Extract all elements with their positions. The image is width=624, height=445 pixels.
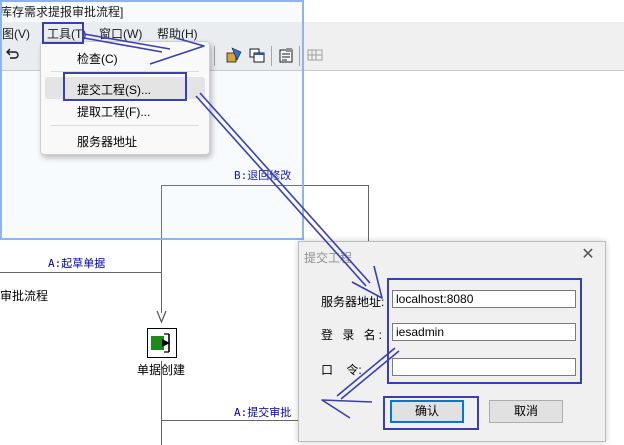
- annotation-box-confirm: [383, 396, 479, 430]
- cancel-button[interactable]: 取消: [489, 400, 563, 423]
- node-label: 单据创建: [137, 363, 186, 377]
- transition-label[interactable]: A:起草单据: [48, 255, 105, 271]
- flow-arrowhead-icon: [156, 310, 167, 324]
- annotation-box-submit-item: [63, 72, 187, 101]
- grid-icon[interactable]: [307, 47, 323, 63]
- flow-line: [368, 185, 369, 241]
- menu-item-label: 检查(C): [77, 52, 118, 66]
- annotation-box-fields: [387, 278, 582, 384]
- flow-line: [0, 272, 161, 273]
- dialog-title: 提交工程: [304, 251, 353, 265]
- menu-item-fetch-project[interactable]: 提取工程(F)...: [45, 99, 205, 121]
- workflow-node[interactable]: [147, 328, 177, 358]
- password-label: 口 令:: [321, 363, 362, 377]
- menu-item-server-address[interactable]: 服务器地址: [45, 129, 205, 151]
- server-address-label: 服务器地址:: [321, 295, 385, 309]
- menu-separator: [51, 125, 199, 126]
- menu-item-label: 服务器地址: [77, 135, 138, 149]
- close-icon[interactable]: ✕: [577, 245, 599, 265]
- flow-line: [161, 420, 298, 421]
- transition-label[interactable]: A:提交审批: [234, 404, 291, 420]
- process-name: 审批流程: [0, 289, 49, 303]
- menu-item-check[interactable]: 检查(C): [45, 46, 205, 68]
- menu-item-label: 提取工程(F)...: [77, 105, 151, 119]
- login-name-label: 登 录 名:: [321, 328, 386, 342]
- annotation-box-tools-menu: [42, 22, 84, 44]
- exit-arrow-icon: [151, 333, 170, 353]
